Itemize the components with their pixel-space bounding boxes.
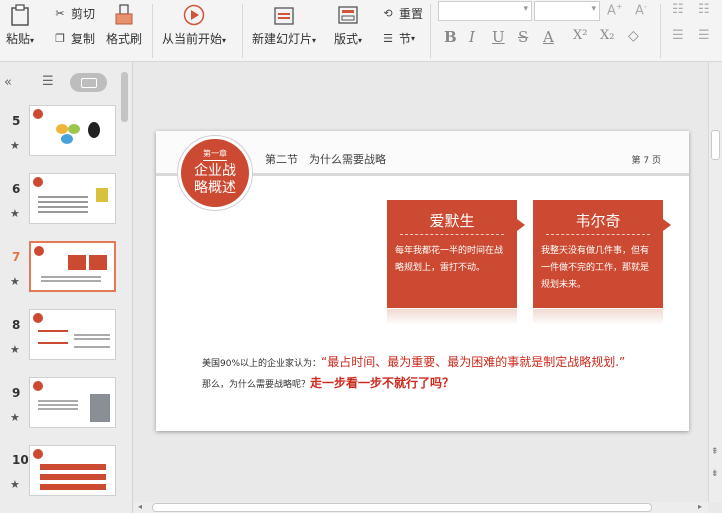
star-icon: ★ (10, 139, 20, 152)
star-icon: ★ (10, 478, 20, 491)
star-icon: ★ (10, 275, 20, 288)
card-name: 韦尔奇 (575, 212, 621, 230)
prev-page-icon[interactable]: ⇞ (711, 448, 719, 457)
star-icon: ★ (10, 207, 20, 220)
star-icon: ★ (10, 411, 20, 424)
layout-icon (336, 4, 360, 26)
slide-number: 7 (12, 250, 21, 264)
increase-font-icon[interactable]: A+ (607, 2, 623, 18)
quote-card-emerson: 爱默生 每年我都花一半的时间在战略规划上，雷打不动。 (387, 200, 517, 308)
scissors-icon: ✂ (55, 7, 65, 20)
section-title: 第二节 为什么需要战略 (265, 153, 386, 166)
subscript-icon[interactable]: X₂ (600, 28, 614, 43)
underline-icon[interactable]: U (492, 28, 505, 46)
slide-number: 9 (12, 386, 21, 400)
divider (660, 4, 661, 58)
quote-card-welch: 韦尔奇 我整天没有做几件事，但有一件做不完的工作，那就是规划未来。 (533, 200, 663, 308)
italic-icon[interactable]: I (469, 28, 475, 46)
slide-thumbnail-5[interactable] (29, 105, 116, 156)
star-icon: ★ (10, 343, 20, 356)
card-name: 爱默生 (429, 212, 475, 230)
next-page-icon[interactable]: ⇟ (711, 470, 719, 479)
paste-button[interactable]: 粘贴▾ (6, 4, 34, 47)
slide-number: 10 (12, 453, 29, 467)
play-icon (182, 4, 206, 26)
ribbon-toolbar: 粘贴▾ ✂ 剪切 ❐ 复制 格式刷 从当前开始▾ 新建幻灯片▾ 版式▾ ⟲ 重置 ☰ 节… (0, 0, 722, 62)
copy-button[interactable]: ❐ 复制 (53, 30, 95, 47)
eraser-icon[interactable]: ◇ (628, 28, 639, 44)
horizontal-scroll-thumb[interactable] (152, 503, 652, 512)
bold-icon[interactable]: B (444, 28, 457, 46)
divider (242, 4, 243, 58)
format-painter-button[interactable]: 格式刷 (106, 4, 142, 47)
quote-line-2: 那么，为什么需要战略呢？走一步看一步不就行了吗？ (202, 376, 455, 390)
chapter-badge: 第一章 企业战略概述 (177, 135, 253, 211)
outline-view-icon[interactable]: ☰ (42, 74, 54, 89)
clipboard-icon (8, 4, 32, 26)
vertical-scroll-thumb[interactable] (711, 130, 720, 160)
thumbnail-view-icon[interactable] (70, 73, 107, 92)
align-center-icon[interactable]: ☰ (698, 28, 710, 43)
layout-button[interactable]: 版式▾ (334, 4, 362, 47)
card-text: 每年我都花一半的时间在战略规划上，雷打不动。 (395, 246, 504, 273)
section-button[interactable]: ☰ 节 ▾ (381, 30, 415, 47)
card-arrow (663, 219, 671, 231)
chapter-label: 第一章 (203, 149, 227, 161)
bullet-list-icon[interactable]: ☷ (672, 2, 684, 17)
copy-icon: ❐ (55, 32, 65, 45)
card-text: 我整天没有做几件事，但有一件做不完的工作，那就是规划未来。 (541, 246, 650, 290)
slide-number: 6 (12, 182, 21, 196)
slide-thumbnail-6[interactable] (29, 173, 116, 224)
superscript-icon[interactable]: X² (573, 28, 587, 43)
thumbnail-scrollbar[interactable] (121, 72, 128, 122)
brush-icon (112, 4, 136, 26)
slide-number: 8 (12, 318, 21, 332)
scroll-right-icon[interactable]: ▸ (698, 502, 702, 511)
new-slide-button[interactable]: 新建幻灯片▾ (252, 4, 316, 47)
page-number: 第 7 页 (631, 156, 661, 166)
current-slide[interactable]: 第一章 企业战略概述 第二节 为什么需要战略 第 7 页 爱默生 每年我都花一半… (156, 131, 689, 431)
reset-icon: ⟲ (383, 7, 393, 20)
chapter-title: 企业战略概述 (194, 163, 236, 196)
slide-thumbnail-7-selected[interactable] (29, 241, 116, 292)
section-icon: ☰ (383, 32, 393, 45)
font-size-select[interactable]: ▾ (534, 1, 600, 21)
collapse-pane-icon[interactable]: « (4, 75, 12, 90)
vertical-scrollbar[interactable] (708, 62, 722, 502)
decrease-font-icon[interactable]: A- (635, 2, 647, 18)
align-left-icon[interactable]: ☰ (672, 28, 684, 43)
font-color-icon[interactable]: A (543, 28, 554, 46)
numbered-list-icon[interactable]: ☷ (698, 2, 710, 17)
cut-button[interactable]: ✂ 剪切 (53, 5, 95, 22)
quote-line-1: 美国90%以上的企业家认为：“最占时间、最为重要、最为困难的事就是制定战略规划.… (202, 355, 626, 369)
play-from-current-button[interactable]: 从当前开始▾ (162, 4, 226, 47)
divider (430, 4, 431, 58)
slide-thumbnail-9[interactable] (29, 377, 116, 428)
strikethrough-icon[interactable]: S (518, 28, 528, 46)
slide-thumbnail-10[interactable] (29, 445, 116, 496)
slide-thumbnail-8[interactable] (29, 309, 116, 360)
slide-number: 5 (12, 114, 21, 128)
font-family-select[interactable]: ▾ (438, 1, 532, 21)
paste-label: 粘贴 (6, 32, 31, 46)
reset-button[interactable]: ⟲ 重置 (381, 5, 423, 22)
new-slide-icon (272, 4, 296, 26)
scroll-left-icon[interactable]: ◂ (138, 502, 142, 511)
card-arrow (517, 219, 525, 231)
divider (152, 4, 153, 58)
